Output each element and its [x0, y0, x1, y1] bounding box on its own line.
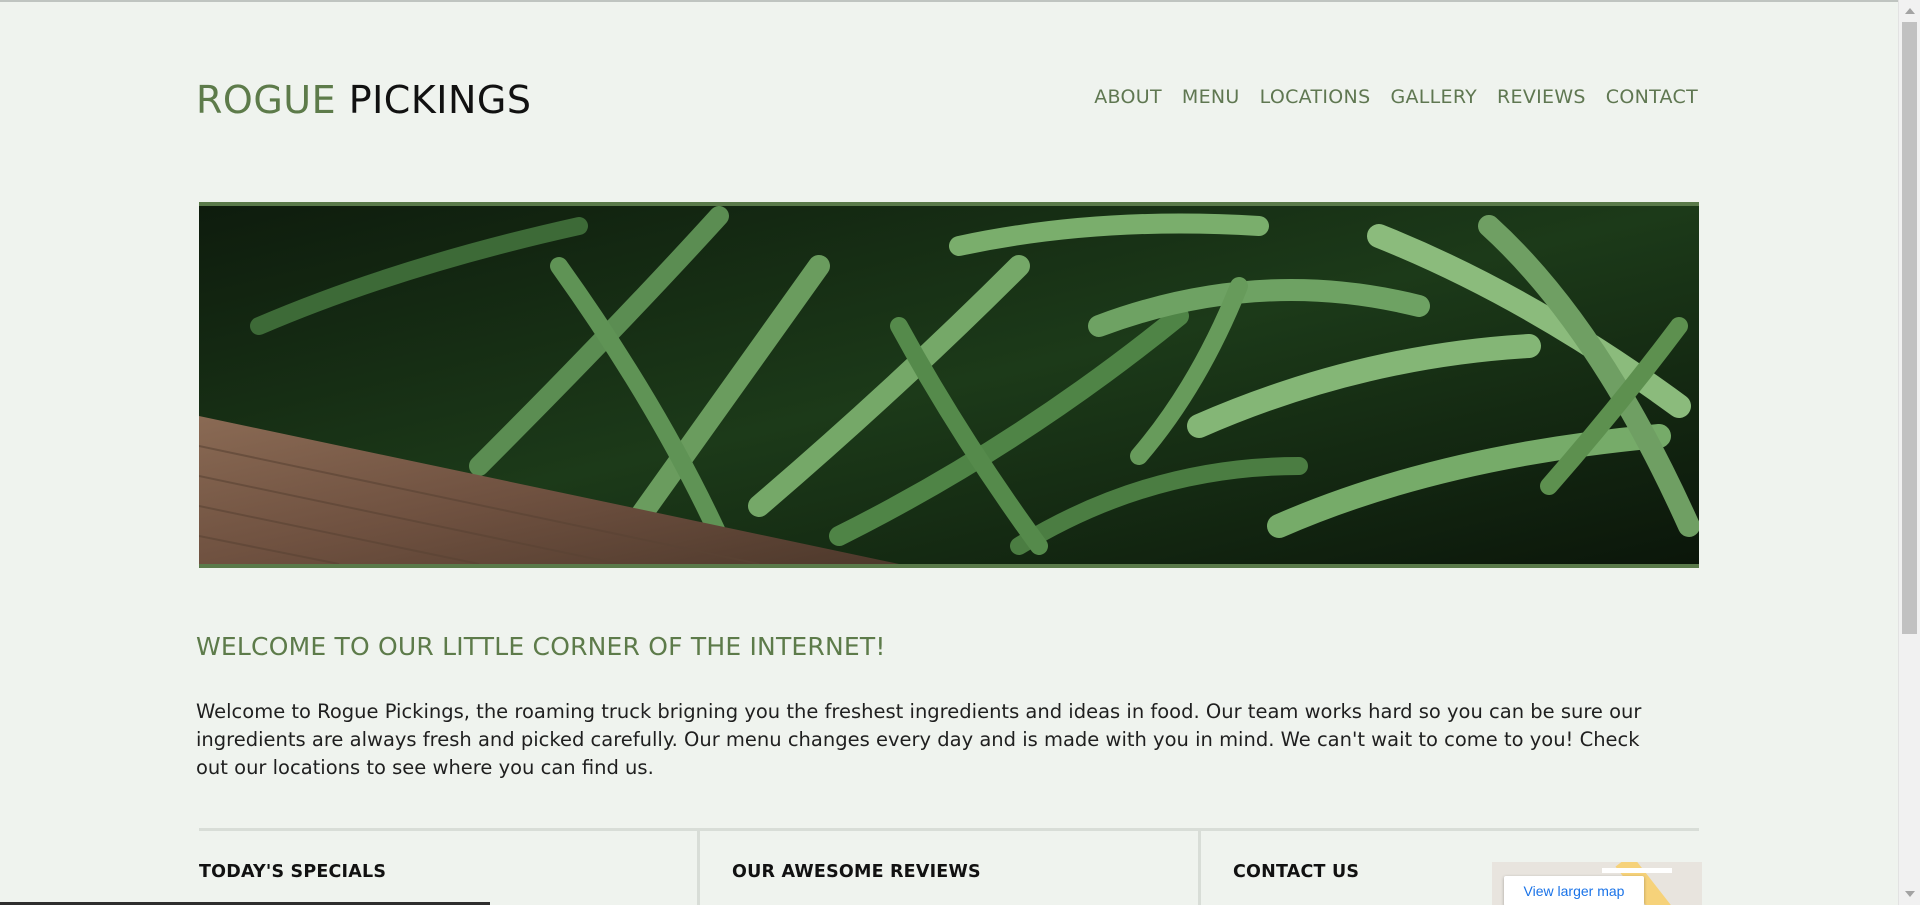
welcome-heading: WELCOME TO OUR LITTLE CORNER OF THE INTE…	[196, 632, 886, 661]
nav-menu[interactable]: MENU	[1182, 86, 1240, 108]
scrollbar-thumb[interactable]	[1902, 22, 1917, 634]
scroll-down-arrow-icon[interactable]	[1905, 891, 1915, 897]
scroll-up-arrow-icon[interactable]	[1905, 8, 1915, 14]
contact-heading: CONTACT US	[1233, 862, 1360, 882]
nav-about[interactable]: ABOUT	[1094, 86, 1162, 108]
column-divider	[697, 830, 700, 905]
site-logo[interactable]: ROGUE PICKINGS	[196, 78, 531, 122]
embedded-map[interactable]: View larger map	[1492, 862, 1702, 905]
logo-word-rogue: ROGUE	[196, 78, 337, 122]
nav-locations[interactable]: LOCATIONS	[1260, 86, 1371, 108]
specials-heading: TODAY'S SPECIALS	[199, 862, 387, 882]
hero-image-green-beans	[199, 202, 1699, 568]
nav-reviews[interactable]: REVIEWS	[1497, 86, 1586, 108]
reviews-heading: OUR AWESOME REVIEWS	[732, 862, 981, 882]
view-larger-map-link[interactable]: View larger map	[1504, 876, 1644, 905]
section-divider	[199, 828, 1699, 831]
map-street	[1602, 868, 1672, 873]
main-nav: ABOUT MENU LOCATIONS GALLERY REVIEWS CON…	[1094, 86, 1698, 108]
nav-contact[interactable]: CONTACT	[1606, 86, 1698, 108]
welcome-paragraph: Welcome to Rogue Pickings, the roaming t…	[196, 700, 1642, 779]
vertical-scrollbar[interactable]	[1898, 0, 1920, 905]
logo-word-pickings: PICKINGS	[348, 78, 532, 122]
column-divider	[1198, 830, 1201, 905]
nav-gallery[interactable]: GALLERY	[1390, 86, 1477, 108]
green-beans-photo	[199, 206, 1699, 564]
page: ROGUE PICKINGS ABOUT MENU LOCATIONS GALL…	[0, 0, 1898, 905]
